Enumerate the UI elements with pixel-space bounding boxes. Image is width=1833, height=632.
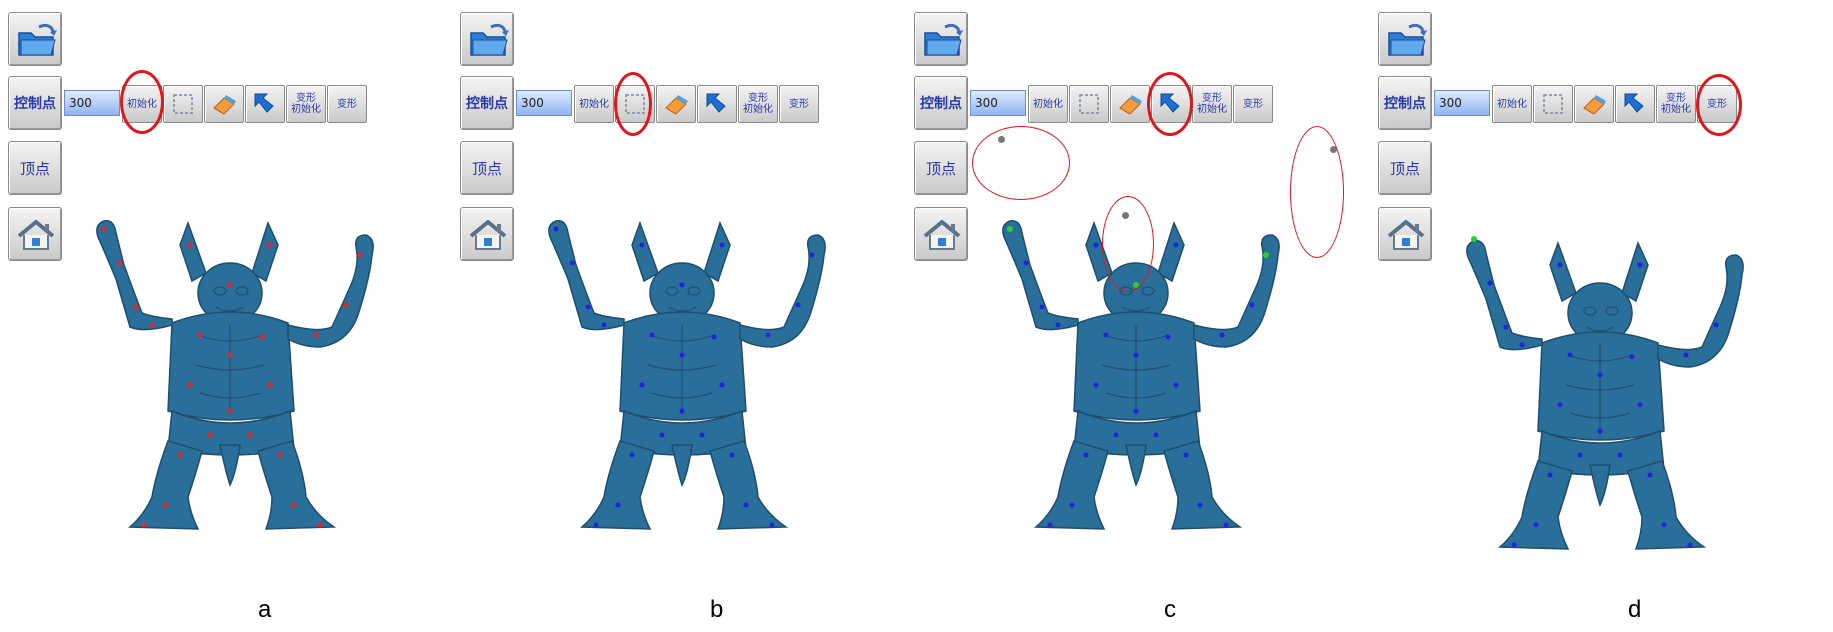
arrow-cursor-icon	[703, 90, 731, 118]
home-icon	[915, 208, 969, 262]
init-button[interactable]: 初始化	[1492, 85, 1532, 123]
select-rectangle-icon	[169, 90, 197, 118]
panel-caption: a	[258, 596, 272, 623]
deform-button[interactable]: 变形	[779, 85, 819, 123]
home-icon	[9, 208, 63, 262]
panel-a: 控制点 300 初始化 变形 初始化 变形 顶点 a	[0, 0, 440, 632]
eraser-button[interactable]	[656, 85, 696, 123]
home-button[interactable]	[8, 207, 62, 261]
eraser-icon	[1580, 90, 1608, 118]
eraser-icon	[662, 90, 690, 118]
init-button[interactable]: 初始化	[574, 85, 614, 123]
highlight-circle	[1696, 74, 1742, 136]
deform-init-button[interactable]: 变形 初始化	[738, 85, 778, 123]
deform-init-label-top: 变形	[1666, 93, 1686, 104]
arrow-cursor-icon	[1621, 90, 1649, 118]
deform-init-label-bottom: 初始化	[291, 104, 321, 115]
deform-init-label-top: 变形	[748, 93, 768, 104]
control-points-button[interactable]: 控制点	[1378, 76, 1432, 130]
eraser-icon	[1116, 90, 1144, 118]
control-points-count-field[interactable]: 300	[1434, 90, 1490, 116]
target-marker-left	[998, 136, 1005, 143]
armadillo-model	[532, 175, 832, 575]
target-marker-right	[1330, 146, 1337, 153]
target-ellipse-right	[1290, 126, 1344, 258]
armadillo-model	[80, 175, 380, 575]
vertex-button[interactable]: 顶点	[8, 141, 62, 195]
deform-init-label-top: 变形	[296, 93, 316, 104]
panel-caption: d	[1628, 596, 1642, 623]
arrow-cursor-button[interactable]	[245, 85, 285, 123]
control-points-count-field[interactable]: 300	[64, 90, 120, 116]
deform-init-label-bottom: 初始化	[743, 104, 773, 115]
home-icon	[1379, 208, 1433, 262]
select-rectangle-icon	[1075, 90, 1103, 118]
eraser-button[interactable]	[1110, 85, 1150, 123]
select-rectangle-button[interactable]	[1069, 85, 1109, 123]
open-folder-icon	[461, 13, 515, 67]
select-rectangle-icon	[1539, 90, 1567, 118]
control-points-button[interactable]: 控制点	[914, 76, 968, 130]
eraser-button[interactable]	[1574, 85, 1614, 123]
arrow-cursor-icon	[251, 90, 279, 118]
panel-b: 控制点 300 初始化 变形 初始化 变形 顶点 b	[452, 0, 892, 632]
target-marker-head	[1122, 212, 1129, 219]
moved-handle-points	[1471, 236, 1477, 242]
open-folder-icon	[915, 13, 969, 67]
control-points-button[interactable]: 控制点	[460, 76, 514, 130]
select-rectangle-button[interactable]	[163, 85, 203, 123]
home-icon	[461, 208, 515, 262]
highlight-circle	[120, 70, 164, 134]
deform-button[interactable]: 变形	[327, 85, 367, 123]
home-button[interactable]	[914, 207, 968, 261]
open-file-button[interactable]	[8, 12, 62, 66]
deform-init-button[interactable]: 变形 初始化	[1192, 85, 1232, 123]
select-rectangle-button[interactable]	[1533, 85, 1573, 123]
init-button[interactable]: 初始化	[1028, 85, 1068, 123]
vertex-button[interactable]: 顶点	[1378, 141, 1432, 195]
armadillo-model-deformed	[1450, 236, 1750, 575]
highlight-circle	[614, 72, 652, 136]
panel-caption: c	[1164, 596, 1176, 623]
target-ellipse-head	[1102, 196, 1154, 292]
vertex-button[interactable]: 顶点	[460, 141, 514, 195]
arrow-cursor-button[interactable]	[697, 85, 737, 123]
highlight-circle	[1147, 72, 1193, 136]
deform-init-button[interactable]: 变形 初始化	[1656, 85, 1696, 123]
panel-caption: b	[710, 596, 724, 623]
eraser-button[interactable]	[204, 85, 244, 123]
open-folder-icon	[1379, 13, 1433, 67]
control-points-count-field[interactable]: 300	[970, 90, 1026, 116]
target-ellipse-left	[972, 126, 1070, 200]
arrow-cursor-button[interactable]	[1615, 85, 1655, 123]
deform-init-label-bottom: 初始化	[1661, 104, 1691, 115]
control-points-button[interactable]: 控制点	[8, 76, 62, 130]
open-file-button[interactable]	[460, 12, 514, 66]
vertex-button[interactable]: 顶点	[914, 141, 968, 195]
panel-d: 控制点 300 初始化 变形 初始化 变形 顶点 d	[1370, 0, 1810, 632]
control-points-count-field[interactable]: 300	[516, 90, 572, 116]
home-button[interactable]	[1378, 207, 1432, 261]
deform-button[interactable]: 变形	[1233, 85, 1273, 123]
open-file-button[interactable]	[1378, 12, 1432, 66]
deform-init-button[interactable]: 变形 初始化	[286, 85, 326, 123]
panel-c: 控制点 300 初始化 变形 初始化 变形 顶点 c	[906, 0, 1346, 632]
deform-init-label-bottom: 初始化	[1197, 104, 1227, 115]
deform-init-label-top: 变形	[1202, 93, 1222, 104]
open-file-button[interactable]	[914, 12, 968, 66]
home-button[interactable]	[460, 207, 514, 261]
eraser-icon	[210, 90, 238, 118]
open-folder-icon	[9, 13, 63, 67]
